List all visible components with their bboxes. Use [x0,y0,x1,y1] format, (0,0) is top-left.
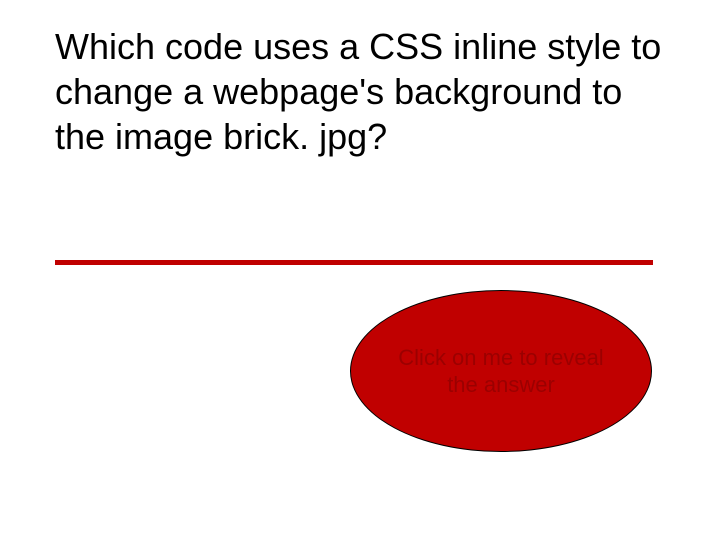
slide: Which code uses a CSS inline style to ch… [0,0,720,540]
reveal-answer-button[interactable]: Click on me to reveal the answer [350,290,652,452]
reveal-answer-label: Click on me to reveal the answer [351,344,651,399]
slide-title: Which code uses a CSS inline style to ch… [55,24,675,159]
title-underline [55,260,653,265]
